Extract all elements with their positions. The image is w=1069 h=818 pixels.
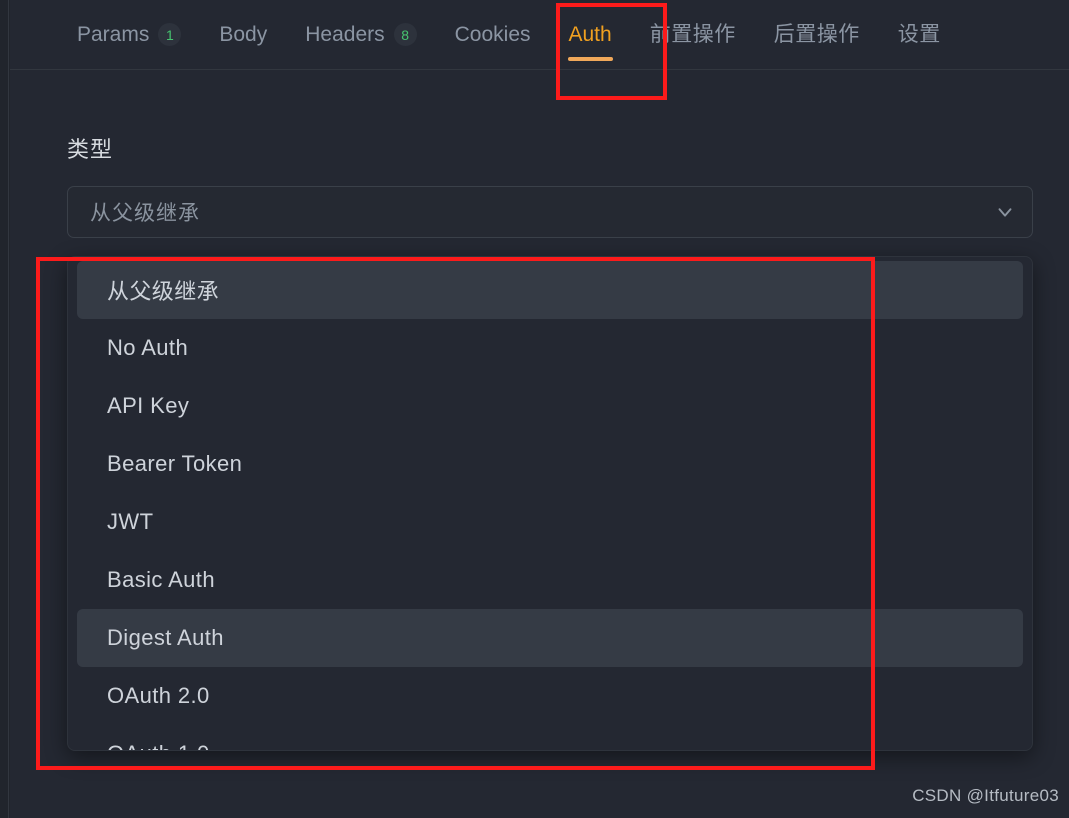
chevron-down-icon[interactable] bbox=[978, 201, 1032, 223]
tab-label: Params bbox=[77, 23, 150, 46]
tab-cn-7[interactable]: 设置 bbox=[879, 0, 960, 69]
active-tab-underline bbox=[567, 57, 613, 61]
tab-label: Headers bbox=[305, 23, 385, 46]
left-gutter-divider bbox=[0, 0, 9, 818]
tab-label: Cookies bbox=[454, 23, 531, 46]
dropdown-option[interactable]: JWT bbox=[77, 493, 1023, 551]
tab-label: 前置操作 bbox=[649, 23, 736, 46]
auth-panel-screen: Params 1 Body Headers 8 Cookies Auth 前置操作 后置操作 设置… bbox=[0, 0, 1069, 818]
dropdown-option-label: Digest Auth bbox=[107, 625, 224, 650]
tab-cn-6[interactable]: 后置操作 bbox=[755, 0, 879, 69]
dropdown-option-label: API Key bbox=[107, 393, 190, 418]
auth-tab-content: 类型 从父级继承 从父级继承 No Auth API Key Bearer Token… bbox=[10, 70, 1069, 818]
auth-type-dropdown-list[interactable]: 从父级继承 No Auth API Key Bearer Token JWT Basic … bbox=[67, 256, 1033, 751]
watermark-text: CSDN @Itfuture03 bbox=[912, 786, 1059, 805]
type-field-label: 类型 bbox=[67, 137, 114, 162]
dropdown-option-label: Basic Auth bbox=[107, 567, 215, 592]
tab-label: Body bbox=[219, 23, 268, 46]
tab-params[interactable]: Params 1 bbox=[58, 0, 200, 69]
auth-type-select-value: 从父级继承 bbox=[90, 202, 200, 225]
dropdown-option[interactable]: OAuth 2.0 bbox=[77, 667, 1023, 725]
auth-type-select[interactable]: 从父级继承 bbox=[67, 186, 1033, 238]
dropdown-option-label: No Auth bbox=[107, 335, 189, 360]
dropdown-option-label: 从父级继承 bbox=[107, 279, 220, 304]
tab-label: Auth bbox=[568, 23, 612, 46]
tab-auth[interactable]: Auth bbox=[550, 0, 631, 69]
dropdown-option[interactable]: 从父级继承 bbox=[77, 261, 1023, 319]
dropdown-option-label: OAuth 1.0 bbox=[107, 741, 210, 750]
dropdown-option-label: Bearer Token bbox=[107, 451, 243, 476]
tab-badge-count: 8 bbox=[393, 23, 417, 46]
dropdown-option[interactable]: No Auth bbox=[77, 319, 1023, 377]
tab-label: 后置操作 bbox=[773, 23, 860, 46]
tab-label: 设置 bbox=[897, 23, 941, 46]
dropdown-option[interactable]: Basic Auth bbox=[77, 551, 1023, 609]
dropdown-option[interactable]: OAuth 1.0 bbox=[77, 725, 1023, 750]
dropdown-option-label: JWT bbox=[107, 509, 154, 534]
tab-cn-5[interactable]: 前置操作 bbox=[631, 0, 755, 69]
dropdown-option[interactable]: API Key bbox=[77, 377, 1023, 435]
dropdown-option[interactable]: Bearer Token bbox=[77, 435, 1023, 493]
dropdown-option[interactable]: Digest Auth bbox=[77, 609, 1023, 667]
request-tab-bar: Params 1 Body Headers 8 Cookies Auth 前置操作 后置操作 设置 bbox=[10, 0, 1069, 70]
tab-list: Params 1 Body Headers 8 Cookies Auth 前置操作 后置操作 设置 bbox=[58, 0, 960, 69]
dropdown-option-label: OAuth 2.0 bbox=[107, 683, 210, 708]
tab-headers[interactable]: Headers 8 bbox=[286, 0, 435, 69]
tab-cookies[interactable]: Cookies bbox=[436, 0, 550, 69]
tab-body[interactable]: Body bbox=[200, 0, 286, 69]
tab-badge-count: 1 bbox=[158, 23, 182, 46]
